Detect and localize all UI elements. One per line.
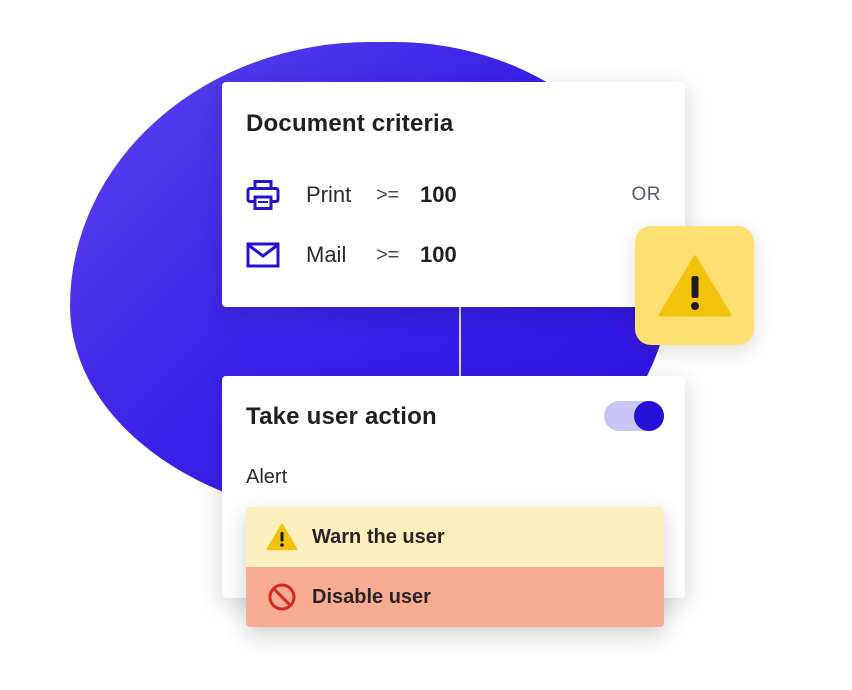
menu-item-warn-user[interactable]: Warn the user <box>246 507 664 567</box>
criteria-label: Mail <box>306 242 347 267</box>
criteria-value: 100 <box>420 182 457 207</box>
prohibited-icon <box>266 581 298 613</box>
criteria-title: Document criteria <box>246 110 454 137</box>
action-title: Take user action <box>246 403 437 430</box>
criteria-operator: >= <box>376 243 400 266</box>
printer-icon <box>246 178 282 212</box>
warning-badge <box>635 226 754 345</box>
warning-icon <box>658 255 731 316</box>
flow-connector <box>459 306 461 376</box>
criteria-row-print[interactable]: Print >= 100 <box>246 178 457 212</box>
criteria-label: Print <box>306 182 352 207</box>
criteria-operator: >= <box>376 183 400 206</box>
alert-options-menu: Warn the user Disable user <box>246 507 664 627</box>
warning-icon <box>266 521 298 553</box>
or-joiner: OR <box>631 184 661 205</box>
menu-item-label: Warn the user <box>312 525 445 548</box>
alert-label: Alert <box>246 466 288 488</box>
criteria-row-mail[interactable]: Mail >= 100 <box>246 238 457 272</box>
document-criteria-card: Document criteria Print >= 100 Mail >= 1… <box>222 82 685 307</box>
mail-icon <box>246 238 282 272</box>
menu-item-label: Disable user <box>312 585 431 608</box>
action-toggle[interactable] <box>604 401 664 431</box>
criteria-value: 100 <box>420 242 457 267</box>
toggle-knob <box>634 401 664 431</box>
menu-item-disable-user[interactable]: Disable user <box>246 567 664 627</box>
